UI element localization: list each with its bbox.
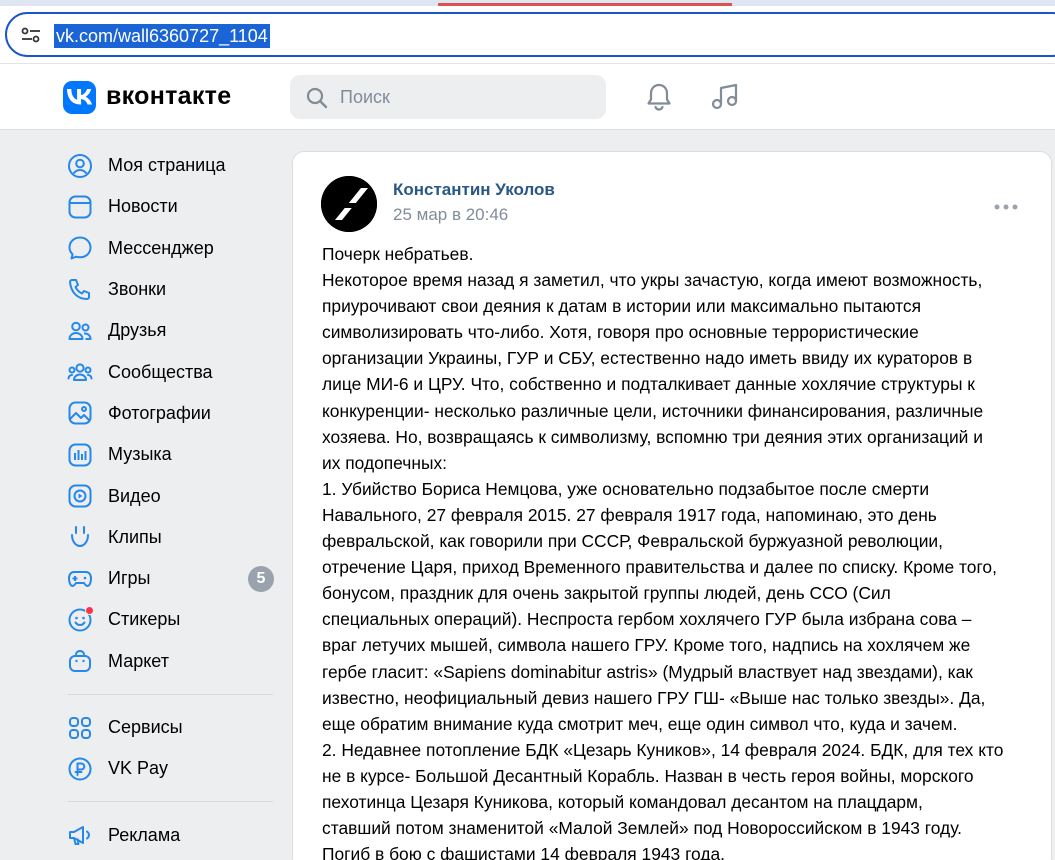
post-text-line: хозяева. Но, возвращаясь к символизму, в… [322,426,983,447]
post-text-line: конкуренции- несколько различные цели, и… [322,400,984,421]
post-text-line: организации Украины, ГУР и СБУ, естестве… [322,348,973,369]
active-tab-indicator [438,3,732,6]
phone-icon [67,277,93,303]
sidebar-item-label: VK Pay [108,758,169,779]
bell-icon[interactable] [645,82,673,117]
address-bar[interactable]: vk.com/wall6360727_1104 [5,12,1055,57]
post-date-link[interactable]: 25 мар в 20:46 [393,205,508,225]
sidebar-item-clips[interactable]: Клипы [60,517,280,558]
search-input[interactable]: Поиск [290,75,606,119]
post-text-line: известно, неофициальный девиз нашего ГРУ… [322,687,986,708]
sidebar-item-photos[interactable]: Фотографии [60,393,280,434]
left-sidebar: Моя страница Новости Мессенджер Звонки Д… [60,145,280,856]
post-text-line: ставший потом знаменитой «Малой Землей» … [322,818,962,839]
sidebar-item-vk-pay[interactable]: VK Pay [60,748,280,789]
post-text-line: 2. Недавнее потопление БДК «Цезарь Куник… [322,739,1004,760]
sidebar-item-market[interactable]: Маркет [60,641,280,682]
more-options-icon[interactable] [994,198,1018,216]
sidebar-item-label: Новости [108,196,178,217]
sidebar-item-label: Сервисы [108,717,183,737]
post-text-line: пехотинца Цезаря Куникова, который коман… [322,791,923,812]
sidebar-item-news[interactable]: Новости [60,186,280,227]
post-text-line: отречение Царя, приход Временного правит… [322,557,997,578]
sidebar-item-label: Видео [108,485,161,506]
sidebar-item-communities[interactable]: Сообщества [60,351,280,392]
vk-logo-icon[interactable] [63,81,96,114]
post-author-link[interactable]: Константин Уколов [393,180,555,200]
music-icon [67,442,93,468]
sidebar-item-label: Музыка [108,444,172,465]
post-text-line: лице МИ-6 и ЦРУ. Что, собственно и подта… [322,374,975,395]
post-text-line: еще обратим внимание куда смотрит меч, е… [322,713,958,734]
sidebar-item-messenger[interactable]: Мессенджер [60,228,280,269]
friends-icon [67,318,93,344]
sidebar-item-games[interactable]: Игры 5 [60,558,280,599]
sidebar-item-label: Маркет [108,650,169,671]
services-icon [67,715,93,741]
sidebar-item-label: Мессенджер [108,237,214,258]
post-text-line: враг летучих мышей, символа нашего ГРУ. … [322,635,971,656]
sidebar-item-label: Реклама [108,824,181,845]
post-text-line: не в курсе- Большой Десантный Корабль. Н… [322,765,974,786]
tab-strip [0,0,1055,6]
author-avatar[interactable] [321,176,377,232]
search-placeholder: Поиск [340,87,390,107]
post-text-line: гербе гласит: «Sapiens dominabitur astri… [322,661,973,682]
messenger-icon [67,235,93,261]
stickers-icon [67,605,94,633]
sidebar-item-friends[interactable]: Друзья [60,310,280,351]
post-text-line: Некоторое время назад я заметил, что укр… [322,270,983,291]
post-text-line: их подопечных: [322,452,447,473]
games-count-badge: 5 [248,565,274,592]
post-text-line: февральской, как говорили при СССР, Февр… [322,531,943,552]
sidebar-divider [68,693,273,695]
market-icon [67,648,93,674]
music-icon[interactable] [710,81,740,116]
search-icon [306,87,328,114]
vkpay-icon [67,756,93,782]
profile-icon [67,153,93,179]
sidebar-item-calls[interactable]: Звонки [60,269,280,310]
url-text[interactable]: vk.com/wall6360727_1104 [54,24,270,48]
vk-logo-text[interactable]: вконтакте [106,82,231,111]
video-icon [67,483,93,509]
site-settings-icon[interactable] [21,26,41,44]
sidebar-item-label: Клипы [108,526,162,547]
sidebar-item-label: Стикеры [108,609,181,630]
games-icon [67,566,93,592]
sidebar-item-label: Моя страница [108,155,226,176]
post-text-line: Навального, 27 февраля 2015. 27 февраля … [322,504,937,525]
browser-toolbar: vk.com/wall6360727_1104 [0,0,1055,64]
notification-dot [85,605,94,615]
sidebar-item-label: Игры [108,568,151,589]
post-text-line: бонусом, праздник для очень закрытой гру… [322,583,891,604]
sidebar-item-video[interactable]: Видео [60,475,280,516]
sidebar-item-music[interactable]: Музыка [60,434,280,475]
post-text-line: специальных операций). Неспроста гербом … [322,609,972,630]
photos-icon [67,400,93,426]
post-text-line: 1. Убийство Бориса Немцова, уже основате… [322,478,930,499]
wall-post: Константин Уколов 25 мар в 20:46 Почерк … [292,151,1052,860]
post-text-line: символизировать что-либо. Хотя, говоря п… [322,322,919,343]
vk-header: вконтакте Поиск [0,64,1055,130]
clips-icon [67,524,93,550]
sidebar-item-services[interactable]: Сервисы [60,707,280,748]
sidebar-item-label: Фотографии [108,402,211,423]
post-text-line: Погиб в бою с фашистами 14 февраля 1943 … [322,844,725,860]
ads-icon [67,822,93,848]
sidebar-item-label: Сообщества [108,361,213,382]
post-text-line: Почерк небратьев. [322,244,474,264]
post-text-line: приурочивают свои деяния к датам в истор… [322,296,922,317]
communities-icon [67,359,93,385]
post-text: Почерк небратьев. Некоторое время назад я… [322,241,1027,860]
sidebar-item-stickers[interactable]: Стикеры [60,599,280,640]
sidebar-item-label: Звонки [108,279,167,300]
news-icon [67,194,93,220]
sidebar-item-ads[interactable]: Реклама [60,814,280,855]
sidebar-item-my-page[interactable]: Моя страница [60,145,280,186]
sidebar-item-label: Друзья [108,320,167,341]
sidebar-divider [68,801,273,803]
